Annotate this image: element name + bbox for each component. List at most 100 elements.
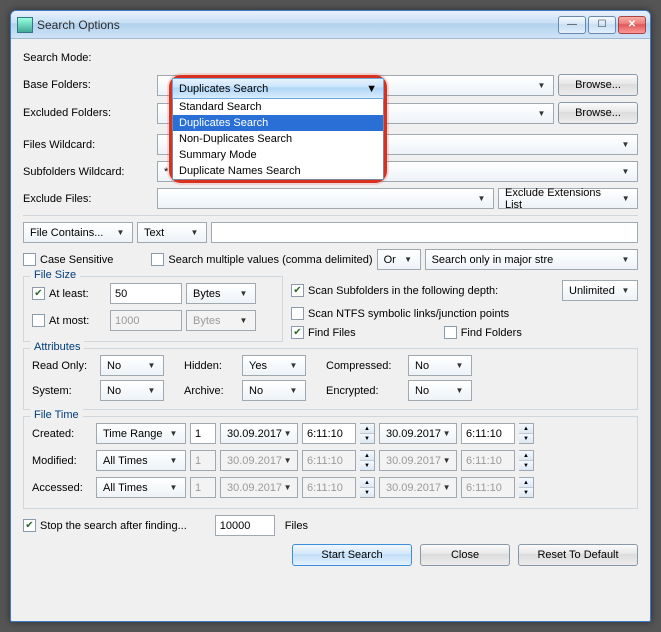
search-mode-option[interactable]: Standard Search [173, 99, 383, 115]
scan-depth-combo[interactable]: Unlimited▼ [562, 280, 638, 301]
scan-depth-value: Unlimited [569, 285, 615, 297]
created-label: Created: [32, 428, 92, 440]
accessed-to-time[interactable] [461, 477, 515, 498]
modified-from-date[interactable]: 30.09.2017▼ [220, 450, 298, 471]
at-least-unit-combo[interactable]: Bytes▼ [186, 283, 256, 304]
at-least-checkbox[interactable]: ✔At least: [32, 287, 106, 300]
maximize-button[interactable]: ☐ [588, 16, 616, 34]
client-area: Search Mode: Base Folders: ▼ Browse... E… [11, 39, 650, 574]
browse-base-button[interactable]: Browse... [558, 74, 638, 96]
system-combo[interactable]: No▼ [100, 380, 164, 401]
start-search-button[interactable]: Start Search [292, 544, 412, 566]
accessed-from-date[interactable]: 30.09.2017▼ [220, 477, 298, 498]
minimize-button[interactable]: — [558, 16, 586, 34]
file-contains-combo[interactable]: File Contains...▼ [23, 222, 133, 243]
created-mode-combo[interactable]: Time Range▼ [96, 423, 186, 444]
encrypted-combo[interactable]: No▼ [408, 380, 472, 401]
spinner[interactable]: ▲▼ [519, 477, 534, 498]
scan-ntfs-label: Scan NTFS symbolic links/junction points [308, 308, 509, 320]
case-sensitive-checkbox[interactable]: Case Sensitive [23, 253, 113, 266]
accessed-mode-combo[interactable]: All Times▼ [96, 477, 186, 498]
scan-subfolders-checkbox[interactable]: ✔Scan Subfolders in the following depth: [291, 284, 498, 297]
at-most-unit-combo[interactable]: Bytes▼ [186, 310, 256, 331]
created-to-date[interactable]: 30.09.2017▼ [379, 423, 457, 444]
chevron-down-icon: ▼ [282, 483, 293, 492]
spinner[interactable]: ▲▼ [519, 423, 534, 444]
accessed-to-date[interactable]: 30.09.2017▼ [379, 477, 457, 498]
modified-from-time[interactable] [302, 450, 356, 471]
exclude-extensions-combo[interactable]: Exclude Extensions List▼ [498, 188, 638, 209]
archive-combo[interactable]: No▼ [242, 380, 306, 401]
created-n-input[interactable] [190, 423, 216, 444]
at-most-input[interactable] [110, 310, 182, 331]
close-button[interactable]: Close [420, 544, 510, 566]
exclude-files-combo[interactable]: ▼ [157, 188, 494, 209]
spinner[interactable]: ▲▼ [360, 423, 375, 444]
readonly-combo[interactable]: No▼ [100, 355, 164, 376]
modified-to-time[interactable] [461, 450, 515, 471]
case-sensitive-label: Case Sensitive [40, 254, 113, 266]
reset-default-button[interactable]: Reset To Default [518, 544, 638, 566]
find-files-checkbox[interactable]: ✔Find Files [291, 326, 356, 339]
accessed-n-input[interactable] [190, 477, 216, 498]
chevron-down-icon: ▼ [474, 194, 489, 203]
file-contains-type-combo[interactable]: Text ▼ [137, 222, 207, 243]
close-window-button[interactable]: ✕ [618, 16, 646, 34]
spinner[interactable]: ▲▼ [360, 477, 375, 498]
exclude-files-label: Exclude Files: [23, 193, 153, 205]
window-buttons: — ☐ ✕ [558, 16, 646, 34]
hidden-label: Hidden: [184, 360, 236, 372]
search-mode-dropdown[interactable]: Duplicates Search ▼ Standard Search Dupl… [169, 75, 387, 183]
at-most-checkbox[interactable]: At most: [32, 314, 106, 327]
search-mode-option[interactable]: Non-Duplicates Search [173, 131, 383, 147]
spinner[interactable]: ▲▼ [360, 450, 375, 471]
search-mode-option[interactable]: Duplicates Search [173, 115, 383, 131]
search-mode-selected[interactable]: Duplicates Search ▼ [172, 78, 384, 99]
file-contains-type-value: Text [144, 227, 164, 239]
at-least-unit-value: Bytes [193, 288, 221, 300]
search-multiple-checkbox[interactable]: Search multiple values (comma delimited) [151, 253, 372, 266]
attributes-legend: Attributes [30, 341, 84, 353]
separator [23, 215, 638, 216]
modified-to-date[interactable]: 30.09.2017▼ [379, 450, 457, 471]
search-mode-options-list: Standard Search Duplicates Search Non-Du… [172, 99, 384, 180]
stop-search-checkbox[interactable]: ✔Stop the search after finding... [23, 519, 187, 532]
at-most-unit-value: Bytes [193, 315, 221, 327]
modified-mode-combo[interactable]: All Times▼ [96, 450, 186, 471]
created-from-time[interactable] [302, 423, 356, 444]
chevron-down-icon: ▼ [618, 286, 633, 295]
stop-after-input[interactable] [215, 515, 275, 536]
scan-ntfs-checkbox[interactable]: Scan NTFS symbolic links/junction points [291, 307, 509, 320]
chevron-down-icon: ▼ [452, 386, 467, 395]
chevron-down-icon: ▼ [441, 429, 452, 438]
at-least-input[interactable] [110, 283, 182, 304]
find-folders-checkbox[interactable]: Find Folders [444, 326, 522, 339]
chevron-down-icon: ▼ [401, 255, 416, 264]
file-contains-value: File Contains... [30, 227, 103, 239]
search-mode-option[interactable]: Duplicate Names Search [173, 163, 383, 179]
readonly-label: Read Only: [32, 360, 94, 372]
search-only-major-combo[interactable]: Search only in major stre▼ [425, 249, 638, 270]
hidden-combo[interactable]: Yes▼ [242, 355, 306, 376]
spinner[interactable]: ▲▼ [519, 450, 534, 471]
encrypted-label: Encrypted: [326, 385, 402, 397]
titlebar: Search Options — ☐ ✕ [11, 11, 650, 39]
chevron-down-icon: ▼ [441, 456, 452, 465]
exclude-ext-value: Exclude Extensions List [505, 187, 618, 211]
compressed-combo[interactable]: No▼ [408, 355, 472, 376]
created-from-date[interactable]: 30.09.2017▼ [220, 423, 298, 444]
attributes-fieldset: Attributes Read Only: No▼ Hidden: Yes▼ C… [23, 348, 638, 410]
subfolders-wildcard-value: * [164, 166, 168, 178]
app-icon [17, 17, 33, 33]
chevron-down-icon: ▼ [187, 228, 202, 237]
at-least-label: At least: [49, 288, 89, 300]
file-size-fieldset: File Size ✔At least: Bytes▼ At most: Byt… [23, 276, 283, 342]
modified-n-input[interactable] [190, 450, 216, 471]
chevron-down-icon: ▼ [166, 429, 181, 438]
file-contains-input[interactable] [211, 222, 638, 243]
or-combo[interactable]: Or▼ [377, 249, 421, 270]
browse-excluded-button[interactable]: Browse... [558, 102, 638, 124]
accessed-from-time[interactable] [302, 477, 356, 498]
created-to-time[interactable] [461, 423, 515, 444]
search-mode-option[interactable]: Summary Mode [173, 147, 383, 163]
